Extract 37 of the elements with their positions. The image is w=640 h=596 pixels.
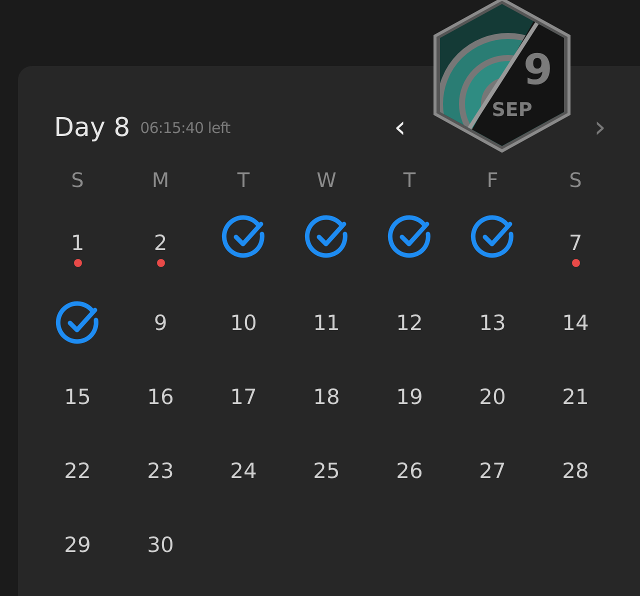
- day-number[interactable]: 12: [396, 311, 423, 335]
- weekday-label: T: [237, 168, 250, 192]
- day-number[interactable]: 2: [154, 231, 168, 255]
- day-number[interactable]: 1: [70, 231, 84, 255]
- day-number[interactable]: 7: [568, 231, 582, 255]
- weekday-label: M: [152, 168, 170, 192]
- day-number[interactable]: 9: [154, 311, 168, 335]
- badge-day: 9: [523, 45, 553, 94]
- weekday-label: S: [569, 168, 582, 192]
- day-number[interactable]: 22: [64, 459, 91, 483]
- day-number[interactable]: 21: [562, 385, 589, 409]
- day-number[interactable]: 10: [230, 311, 257, 335]
- day-number[interactable]: 27: [479, 459, 506, 483]
- day-number[interactable]: 17: [230, 385, 257, 409]
- day-number[interactable]: 15: [64, 385, 91, 409]
- countdown-text: 06:15:40 left: [140, 119, 230, 137]
- day-number[interactable]: 25: [313, 459, 340, 483]
- previous-button[interactable]: ‹: [390, 113, 410, 143]
- day-number[interactable]: 26: [396, 459, 423, 483]
- day-number[interactable]: 19: [396, 385, 423, 409]
- day-number[interactable]: 18: [313, 385, 340, 409]
- day-number[interactable]: 24: [230, 459, 257, 483]
- day-number[interactable]: 16: [147, 385, 174, 409]
- day-number[interactable]: 13: [479, 311, 506, 335]
- day-number[interactable]: 11: [313, 311, 340, 335]
- weekday-label: W: [316, 168, 336, 192]
- day-number[interactable]: 14: [562, 311, 589, 335]
- day-number[interactable]: 29: [64, 533, 91, 557]
- weekday-label: F: [486, 168, 498, 192]
- day-number[interactable]: 20: [479, 385, 506, 409]
- day-number[interactable]: 28: [562, 459, 589, 483]
- badge-month: SEP: [492, 99, 532, 121]
- weekday-label: S: [71, 168, 84, 192]
- day-number[interactable]: 23: [147, 459, 174, 483]
- day-number[interactable]: 30: [147, 533, 174, 557]
- day-title: Day 8: [54, 113, 130, 143]
- weekday-label: T: [403, 168, 416, 192]
